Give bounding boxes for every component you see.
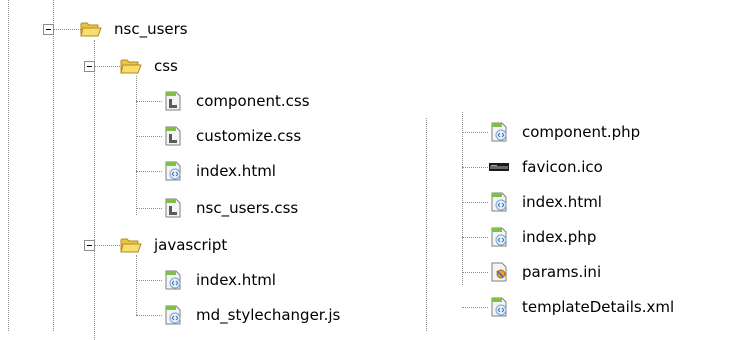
tree-node-label: params.ini <box>522 263 602 281</box>
connector-line <box>462 307 488 308</box>
tree-node-label: customize.css <box>196 127 302 145</box>
connector-line <box>136 315 162 316</box>
connector-line <box>462 272 488 273</box>
connector-line <box>462 112 463 285</box>
connector-line <box>136 136 162 137</box>
tree-node-label: nsc_users <box>114 20 188 38</box>
tree-node-label: md_stylechanger.js <box>196 306 341 324</box>
html-file-icon <box>488 191 510 213</box>
tree-node-label: templateDetails.xml <box>522 298 675 316</box>
tree-node-nsc-users-css[interactable]: nsc_users.css <box>162 197 298 219</box>
tree-node-label: component.php <box>522 123 641 141</box>
connector-line <box>136 255 137 315</box>
connector-line <box>53 0 54 331</box>
connector-line <box>136 208 162 209</box>
connector-line <box>94 40 95 340</box>
tree-node-label: favicon.ico <box>522 158 603 176</box>
connector-line <box>426 118 427 331</box>
connector-line <box>8 0 9 331</box>
tree-node-templatedetails-xml[interactable]: templateDetails.xml <box>488 296 674 318</box>
ico-file-icon <box>488 156 510 178</box>
tree-node-label: nsc_users.css <box>196 199 299 217</box>
collapse-nsc-users-button[interactable] <box>43 24 54 35</box>
collapse-css-button[interactable] <box>84 61 95 72</box>
css-file-icon <box>162 125 184 147</box>
tree-node-label: index.html <box>196 162 276 180</box>
tree-node-params-ini[interactable]: params.ini <box>488 261 601 283</box>
connector-line <box>462 202 488 203</box>
php-file-icon <box>488 121 510 143</box>
tree-node-label: javascript <box>154 236 228 254</box>
tree-node-favicon-ico[interactable]: favicon.ico <box>488 156 603 178</box>
tree-node-index-php[interactable]: index.php <box>488 226 596 248</box>
tree-node-component-php[interactable]: component.php <box>488 121 640 143</box>
tree-node-javascript[interactable]: javascript <box>120 234 227 256</box>
js-file-icon <box>162 304 184 326</box>
html-file-icon <box>162 269 184 291</box>
connector-line <box>136 76 137 215</box>
tree-node-css-index-html[interactable]: index.html <box>162 160 276 182</box>
collapse-javascript-button[interactable] <box>84 240 95 251</box>
tree-node-component-css[interactable]: component.css <box>162 90 310 112</box>
html-file-icon <box>162 160 184 182</box>
css-file-icon <box>162 197 184 219</box>
ini-file-icon <box>488 261 510 283</box>
css-file-icon <box>162 90 184 112</box>
tree-node-javascript-index-html[interactable]: index.html <box>162 269 276 291</box>
connector-line <box>462 132 488 133</box>
xml-file-icon <box>488 296 510 318</box>
connector-line <box>53 29 81 30</box>
tree-node-root-index-html[interactable]: index.html <box>488 191 602 213</box>
tree-node-label: component.css <box>196 92 310 110</box>
tree-node-label: index.html <box>196 271 276 289</box>
connector-line <box>136 171 162 172</box>
tree-node-label: index.html <box>522 193 602 211</box>
connector-line <box>94 66 120 67</box>
connector-line <box>462 167 488 168</box>
connector-line <box>94 245 120 246</box>
tree-node-customize-css[interactable]: customize.css <box>162 125 301 147</box>
php-file-icon <box>488 226 510 248</box>
open-folder-icon <box>120 55 142 77</box>
tree-node-css[interactable]: css <box>120 55 178 77</box>
tree-node-label: css <box>154 57 178 75</box>
tree-node-label: index.php <box>522 228 597 246</box>
open-folder-icon <box>80 18 102 40</box>
tree-node-md-stylechanger-js[interactable]: md_stylechanger.js <box>162 304 340 326</box>
tree-node-nsc-users[interactable]: nsc_users <box>80 18 188 40</box>
connector-line <box>462 237 488 238</box>
connector-line <box>136 280 162 281</box>
connector-line <box>136 101 162 102</box>
open-folder-icon <box>120 234 142 256</box>
